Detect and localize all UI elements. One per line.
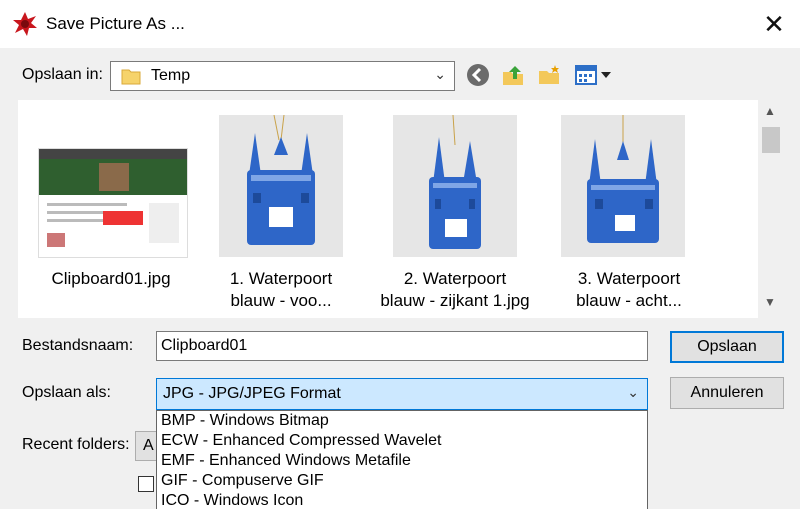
filetype-dropdown-list[interactable]: BMP - Windows Bitmap ECW - Enhanced Comp… (156, 410, 648, 509)
recent-folders-label: Recent folders: (22, 436, 130, 453)
filetype-selected: JPG - JPG/JPEG Format (163, 385, 341, 402)
file-thumbnail (219, 114, 343, 257)
vertical-scrollbar[interactable]: ▲ ▼ (760, 100, 782, 318)
title-bar: Save Picture As ... ✕ (0, 0, 800, 48)
new-folder-icon[interactable] (536, 62, 562, 88)
up-folder-icon[interactable] (500, 62, 526, 88)
back-icon[interactable] (465, 62, 491, 88)
chevron-down-icon: ⌄ (627, 384, 639, 400)
cancel-button[interactable]: Annuleren (670, 377, 784, 409)
dropdown-option[interactable]: EMF - Enhanced Windows Metafile (157, 451, 647, 471)
file-name: Clipboard01.jpg (51, 269, 171, 288)
folder-select[interactable]: Temp ⌄ (110, 61, 455, 91)
file-list[interactable]: Clipboard01.jpg 1. Waterpoort blauw - vo… (18, 100, 758, 318)
dropdown-option[interactable]: BMP - Windows Bitmap (157, 411, 647, 431)
filetype-label: Opslaan als: (22, 384, 111, 401)
close-icon[interactable]: ✕ (756, 6, 792, 42)
filename-input[interactable]: Clipboard01 (156, 331, 648, 361)
recent-folders-select[interactable]: A (135, 431, 157, 461)
file-name: 1. Waterpoort blauw - voo... (229, 269, 333, 310)
dropdown-option[interactable]: ICO - Windows Icon (157, 491, 647, 509)
chevron-down-icon: ⌄ (434, 66, 446, 82)
dropdown-option[interactable]: ECW - Enhanced Compressed Wavelet (157, 431, 647, 451)
file-name: 3. Waterpoort blauw - acht... (576, 269, 682, 310)
app-icon (13, 12, 37, 36)
file-thumbnail (38, 148, 188, 258)
folder-icon (121, 69, 141, 85)
filetype-select[interactable]: JPG - JPG/JPEG Format ⌄ (156, 378, 648, 410)
scroll-down-icon[interactable]: ▼ (764, 295, 776, 309)
dropdown-option[interactable]: GIF - Compuserve GIF (157, 471, 647, 491)
scrollbar-thumb[interactable] (762, 127, 780, 153)
view-menu-icon[interactable] (574, 62, 614, 88)
checkbox[interactable] (138, 476, 154, 492)
file-thumbnail (561, 115, 685, 257)
window-title: Save Picture As ... (46, 14, 185, 33)
folder-name: Temp (151, 67, 191, 84)
scroll-up-icon[interactable]: ▲ (764, 104, 776, 118)
file-thumbnail (393, 114, 517, 257)
file-name: 2. Waterpoort blauw - zijkant 1.jpg (380, 269, 530, 310)
save-in-label: Opslaan in: (22, 66, 103, 83)
save-button[interactable]: Opslaan (670, 331, 784, 363)
filename-label: Bestandsnaam: (22, 337, 134, 354)
